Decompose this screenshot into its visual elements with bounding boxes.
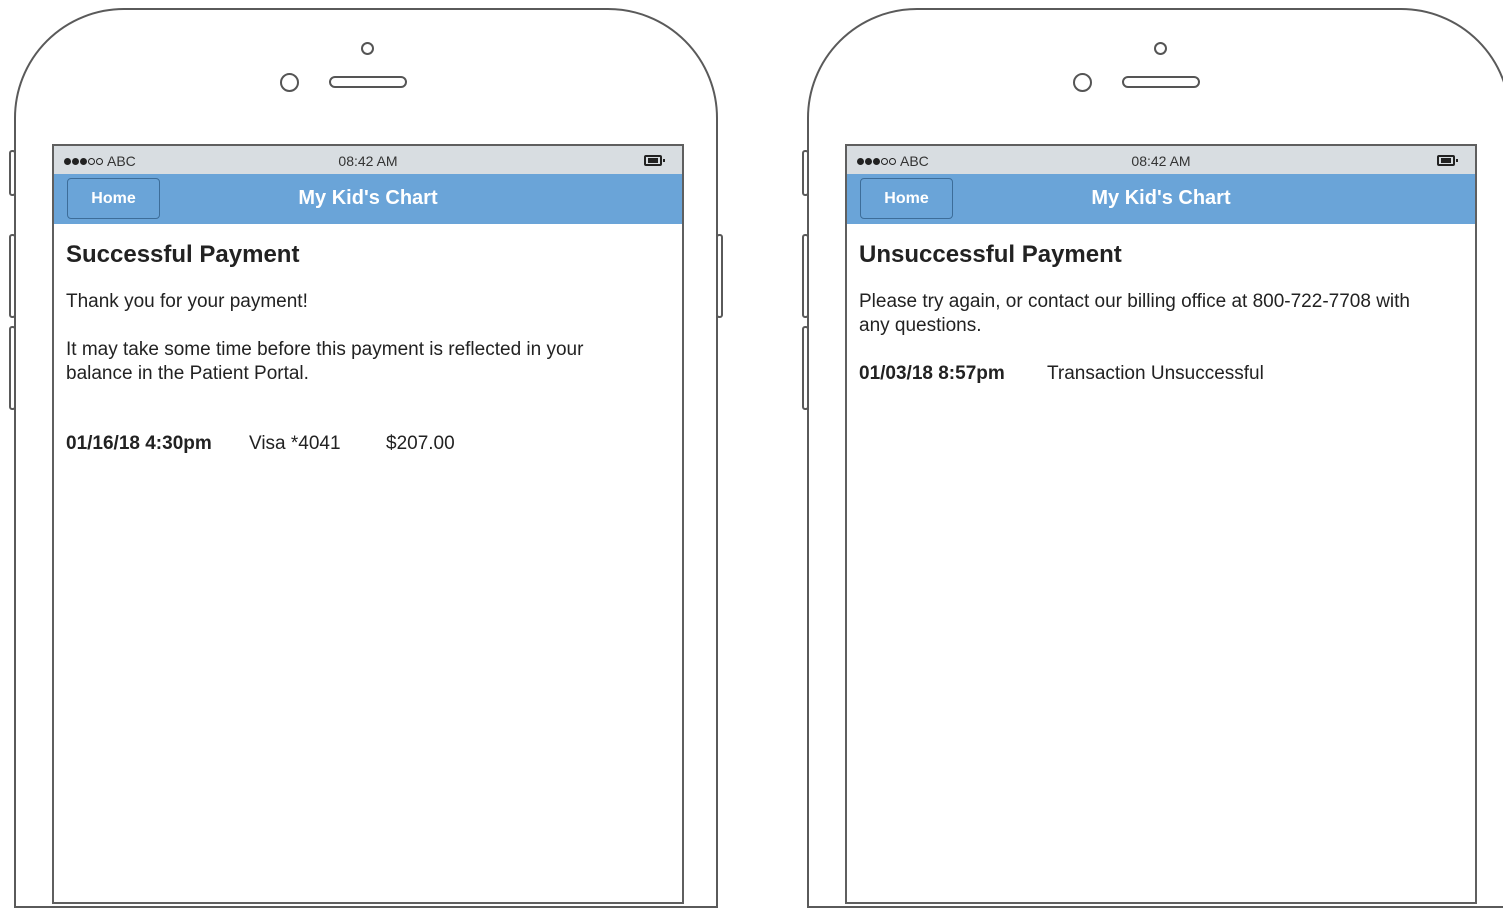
transaction-card: Visa *4041 xyxy=(249,433,341,454)
volume-down-button xyxy=(802,326,809,410)
page-content: Unsuccessful Payment Please try again, o… xyxy=(847,240,1475,385)
status-time: 08:42 AM xyxy=(338,153,398,169)
battery-icon xyxy=(644,155,665,166)
speaker-icon xyxy=(329,76,407,88)
status-bar: ABC 08:42 AM xyxy=(54,146,682,174)
front-camera-icon xyxy=(361,42,374,55)
phone-screen: ABC 08:42 AM Home My Kid's Chart Success… xyxy=(52,144,684,904)
page-title: Unsuccessful Payment xyxy=(859,241,1122,268)
nav-bar: Home My Kid's Chart xyxy=(54,174,682,224)
transaction-datetime: 01/03/18 8:57pm xyxy=(859,363,1005,384)
volume-down-button xyxy=(9,326,16,410)
transaction-datetime: 01/16/18 4:30pm xyxy=(66,433,212,454)
battery-icon xyxy=(1437,155,1458,166)
phone-frame-unsuccessful: ABC 08:42 AM Home My Kid's Chart Unsucce… xyxy=(802,8,1503,908)
front-camera-icon xyxy=(1154,42,1167,55)
volume-up-button xyxy=(802,234,809,318)
thank-you-message: Thank you for your payment! xyxy=(66,291,308,312)
nav-bar: Home My Kid's Chart xyxy=(847,174,1475,224)
status-time: 08:42 AM xyxy=(1131,153,1191,169)
volume-up-button xyxy=(9,234,16,318)
balance-note: It may take some time before this paymen… xyxy=(66,339,584,384)
page-content: Successful Payment Thank you for your pa… xyxy=(54,240,682,455)
transaction-row: 01/03/18 8:57pm Transaction Unsuccessful xyxy=(859,363,1463,385)
transaction-row: 01/16/18 4:30pm Visa *4041 $207.00 xyxy=(66,433,670,455)
nav-title: My Kid's Chart xyxy=(1091,187,1231,209)
mute-switch xyxy=(9,150,16,196)
power-button xyxy=(716,234,723,318)
speaker-icon xyxy=(1122,76,1200,88)
nav-title: My Kid's Chart xyxy=(298,187,438,209)
status-bar: ABC 08:42 AM xyxy=(847,146,1475,174)
page-title: Successful Payment xyxy=(66,241,300,268)
sensor-icon xyxy=(280,73,299,92)
phone-screen: ABC 08:42 AM Home My Kid's Chart Unsucce… xyxy=(845,144,1477,904)
sensor-icon xyxy=(1073,73,1092,92)
retry-message: Please try again, or contact our billing… xyxy=(859,291,1410,336)
transaction-status: Transaction Unsuccessful xyxy=(1047,363,1264,384)
phone-frame-success: ABC 08:42 AM Home My Kid's Chart Success… xyxy=(9,8,723,908)
transaction-amount: $207.00 xyxy=(386,433,455,454)
mute-switch xyxy=(802,150,809,196)
